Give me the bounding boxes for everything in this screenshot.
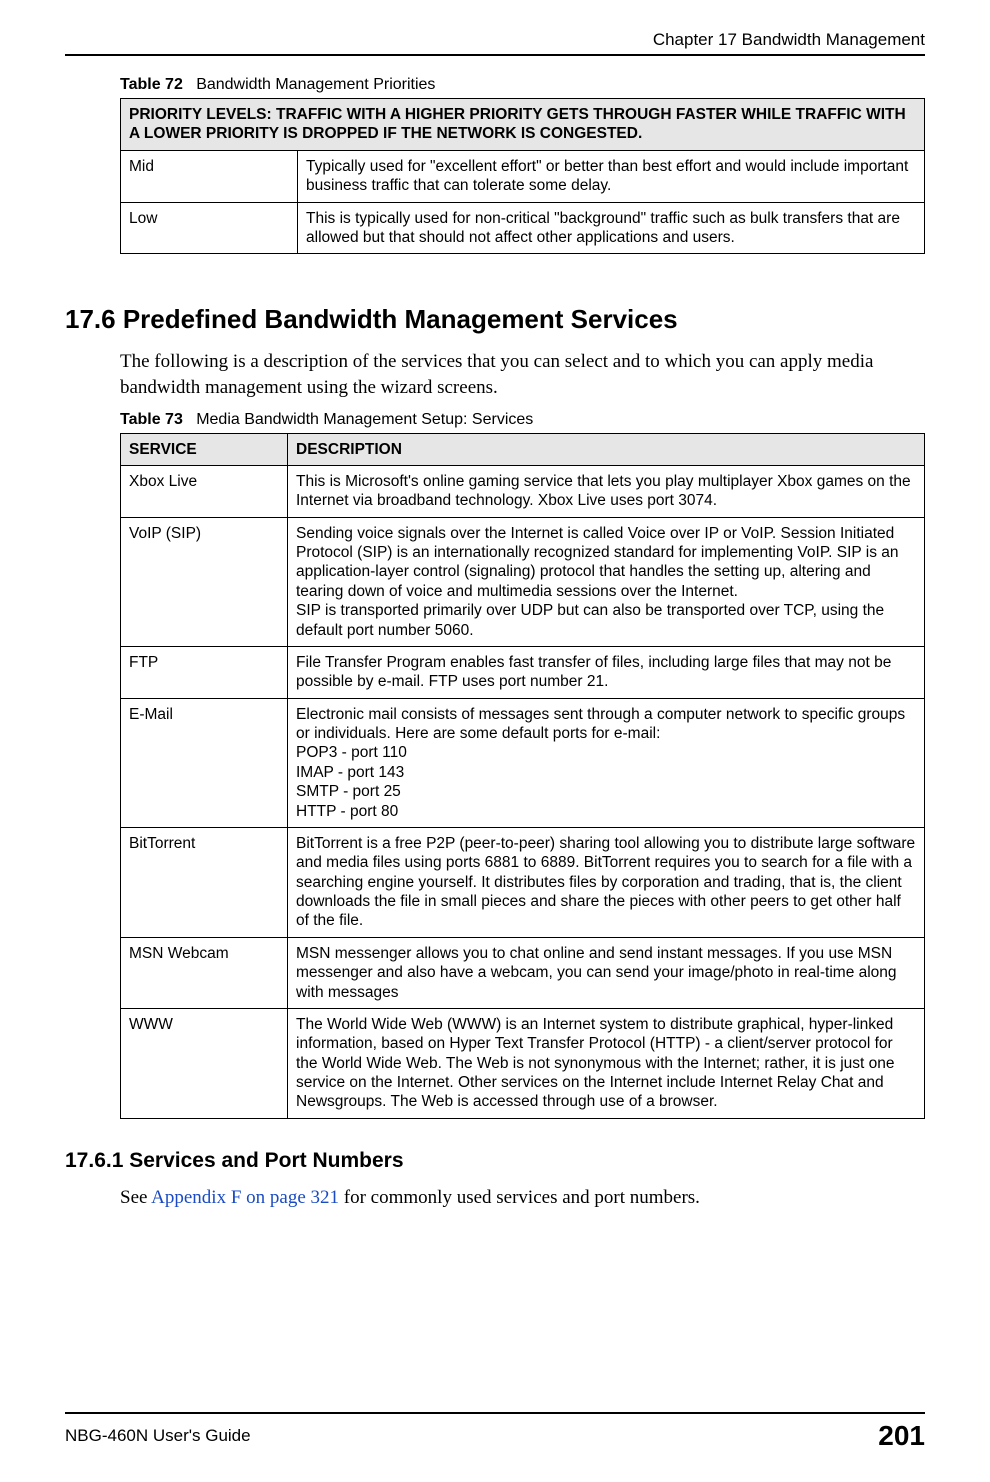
table73-col2-header: DESCRIPTION (288, 433, 925, 465)
service-desc: This is Microsoft's online gaming servic… (288, 465, 925, 517)
service-name: WWW (121, 1008, 288, 1118)
table-row: MSN Webcam MSN messenger allows you to c… (121, 937, 925, 1008)
priority-level: Low (121, 202, 298, 254)
service-desc: BitTorrent is a free P2P (peer-to-peer) … (288, 827, 925, 937)
page-content: Table 72 Bandwidth Management Priorities… (120, 76, 925, 1210)
priority-desc: This is typically used for non-critical … (298, 202, 925, 254)
page-footer: NBG-460N User's Guide 201 (65, 1412, 925, 1452)
table-row: Low This is typically used for non-criti… (121, 202, 925, 254)
chapter-label: Chapter 17 Bandwidth Management (65, 30, 925, 50)
table-row: Xbox Live This is Microsoft's online gam… (121, 465, 925, 517)
table-row: E-Mail Electronic mail consists of messa… (121, 698, 925, 827)
service-desc: File Transfer Program enables fast trans… (288, 646, 925, 698)
section-17-6-heading: 17.6 Predefined Bandwidth Management Ser… (65, 304, 925, 335)
service-desc: Sending voice signals over the Internet … (288, 517, 925, 646)
table-header-row: PRIORITY LEVELS: TRAFFIC WITH A HIGHER P… (121, 99, 925, 151)
service-name: Xbox Live (121, 465, 288, 517)
footer-guide-name: NBG-460N User's Guide (65, 1426, 251, 1446)
appendix-link[interactable]: Appendix F on page 321 (151, 1187, 339, 1208)
table72-caption-text: Bandwidth Management Priorities (196, 76, 435, 93)
service-desc: Electronic mail consists of messages sen… (288, 698, 925, 827)
service-desc: The World Wide Web (WWW) is an Internet … (288, 1008, 925, 1118)
table-header-row: SERVICE DESCRIPTION (121, 433, 925, 465)
table72-caption-num: Table 72 (120, 76, 183, 93)
service-name: FTP (121, 646, 288, 698)
table72-caption: Table 72 Bandwidth Management Priorities (120, 76, 925, 94)
table-row: WWW The World Wide Web (WWW) is an Inter… (121, 1008, 925, 1118)
service-name: E-Mail (121, 698, 288, 827)
table73-col1-header: SERVICE (121, 433, 288, 465)
page: Chapter 17 Bandwidth Management Table 72… (0, 0, 990, 1482)
table-row: Mid Typically used for "excellent effort… (121, 150, 925, 202)
section-17-6-paragraph: The following is a description of the se… (120, 349, 925, 400)
table-row: BitTorrent BitTorrent is a free P2P (pee… (121, 827, 925, 937)
para-text-post: for commonly used services and port numb… (339, 1187, 700, 1208)
service-name: VoIP (SIP) (121, 517, 288, 646)
table72-header: PRIORITY LEVELS: TRAFFIC WITH A HIGHER P… (121, 99, 925, 151)
priority-level: Mid (121, 150, 298, 202)
service-desc: MSN messenger allows you to chat online … (288, 937, 925, 1008)
table-row: FTP File Transfer Program enables fast t… (121, 646, 925, 698)
para-text-pre: See (120, 1187, 151, 1208)
table-row: VoIP (SIP) Sending voice signals over th… (121, 517, 925, 646)
priority-desc: Typically used for "excellent effort" or… (298, 150, 925, 202)
table73-caption-text: Media Bandwidth Management Setup: Servic… (196, 411, 533, 428)
page-header: Chapter 17 Bandwidth Management (65, 30, 925, 56)
service-name: BitTorrent (121, 827, 288, 937)
table72: PRIORITY LEVELS: TRAFFIC WITH A HIGHER P… (120, 98, 925, 254)
section-17-6-1-paragraph: See Appendix F on page 321 for commonly … (120, 1185, 925, 1211)
table73: SERVICE DESCRIPTION Xbox Live This is Mi… (120, 433, 925, 1119)
section-17-6-1-heading: 17.6.1 Services and Port Numbers (65, 1149, 925, 1173)
table73-caption: Table 73 Media Bandwidth Management Setu… (120, 411, 925, 429)
footer-page-number: 201 (878, 1420, 925, 1452)
table73-caption-num: Table 73 (120, 411, 183, 428)
service-name: MSN Webcam (121, 937, 288, 1008)
